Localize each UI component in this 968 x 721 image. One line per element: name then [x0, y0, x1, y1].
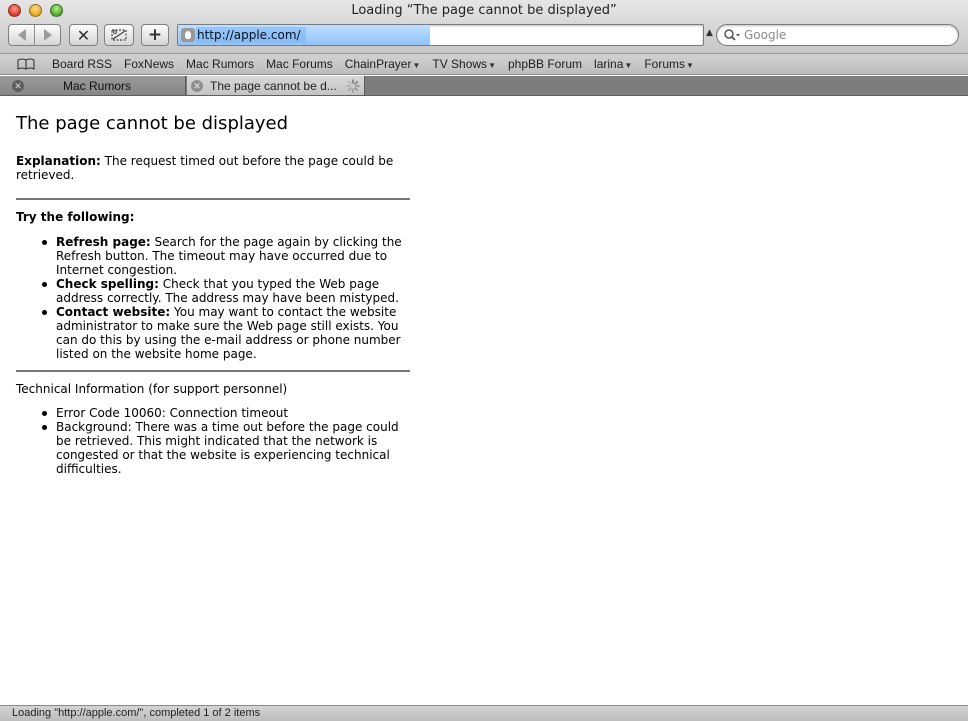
bookmark-mac-rumors[interactable]: Mac Rumors [180, 57, 260, 71]
bookmark-label: Forums [644, 57, 685, 71]
bookmark-label: Mac Forums [266, 57, 333, 71]
bookmark-mac-forums[interactable]: Mac Forums [260, 57, 339, 71]
bookmarks-bar: Board RSS FoxNews Mac Rumors Mac Forums Chai… [0, 54, 968, 75]
bookmark-foxnews[interactable]: FoxNews [118, 57, 180, 71]
web-clip-button[interactable] [104, 24, 134, 46]
try-following-list: Refresh page: Search for the page again … [42, 235, 412, 361]
tab-page-cannot-be-displayed[interactable]: ✕ The page cannot be d... [187, 76, 365, 95]
dropdown-arrow-icon: ▼ [488, 61, 496, 70]
bookmark-larina[interactable]: larina▼ [588, 57, 638, 71]
back-button[interactable] [9, 25, 34, 45]
forward-button[interactable] [34, 25, 60, 45]
plus-icon: + [147, 25, 163, 45]
page-heading: The page cannot be displayed [16, 113, 289, 134]
list-item: Background: There was a time out before … [42, 420, 412, 476]
bookmark-items: Board RSS FoxNews Mac Rumors Mac Forums Chai… [46, 57, 700, 71]
search-field[interactable]: Google [716, 24, 959, 46]
page-content: The page cannot be displayed Explanation… [0, 97, 968, 705]
item-label: Check spelling: [56, 277, 159, 291]
dropdown-arrow-icon: ▼ [624, 61, 633, 70]
bookmark-phpbb-forum[interactable]: phpBB Forum [502, 57, 588, 71]
search-magnifier-icon[interactable] [723, 28, 741, 42]
bookmark-label: TV Shows [432, 57, 488, 71]
bookmark-chainprayer[interactable]: ChainPrayer▼ [339, 57, 427, 71]
divider [16, 370, 410, 372]
apple-favicon-icon [181, 28, 195, 42]
web-clip-icon [111, 29, 127, 41]
explanation-label: Explanation: [16, 154, 101, 168]
bookmark-label: FoxNews [124, 57, 175, 71]
add-bookmark-button[interactable]: + [141, 24, 169, 46]
back-arrow-icon [17, 29, 26, 41]
back-forward-buttons [8, 24, 61, 46]
tab-close-icon[interactable]: ✕ [191, 80, 203, 92]
forward-arrow-icon [43, 29, 52, 41]
bookmark-label: Board RSS [52, 57, 113, 71]
list-item: Contact website: You may want to contact… [42, 305, 412, 361]
show-all-bookmarks-icon[interactable] [17, 58, 35, 70]
bookmark-label: larina [594, 57, 624, 71]
search-placeholder: Google [744, 28, 787, 42]
divider [16, 198, 410, 200]
address-bar[interactable]: http://apple.com/ [177, 24, 704, 46]
window-titlebar: Loading “The page cannot be displayed” ✕… [0, 0, 968, 54]
bookmark-label: Mac Rumors [186, 57, 255, 71]
bookmark-label: phpBB Forum [507, 57, 583, 71]
status-text: Loading "http://apple.com/", completed 1… [12, 707, 261, 719]
bookmark-label: ChainPrayer [344, 57, 412, 71]
bookmark-tv-shows[interactable]: TV Shows▼ [426, 57, 502, 71]
explanation: Explanation: The request timed out befor… [16, 154, 396, 182]
window-title: Loading “The page cannot be displayed” [351, 3, 617, 18]
try-following-heading: Try the following: [16, 210, 135, 224]
loading-spinner-icon [346, 79, 360, 93]
item-label: Refresh page: [56, 235, 151, 249]
address-dropdown-icon[interactable]: ▲ [706, 28, 713, 38]
list-item: Error Code 10060: Connection timeout [42, 406, 412, 420]
technical-info-list: Error Code 10060: Connection timeout Bac… [42, 406, 412, 476]
tab-close-icon[interactable]: ✕ [12, 80, 24, 92]
stop-x-icon: ✕ [76, 25, 91, 45]
technical-info-heading: Technical Information (for support perso… [16, 382, 288, 396]
bookmark-forums[interactable]: Forums▼ [638, 57, 700, 71]
tab-label: The page cannot be d... [210, 79, 337, 93]
item-label: Contact website: [56, 305, 171, 319]
bookmark-board-rss[interactable]: Board RSS [46, 57, 118, 71]
list-item: Check spelling: Check that you typed the… [42, 277, 412, 305]
dropdown-arrow-icon: ▼ [412, 61, 421, 70]
stop-button[interactable]: ✕ [69, 24, 98, 46]
list-item: Refresh page: Search for the page again … [42, 235, 412, 277]
tab-mac-rumors[interactable]: ✕ Mac Rumors [0, 76, 186, 95]
dropdown-arrow-icon: ▼ [685, 61, 694, 70]
address-url[interactable]: http://apple.com/ [197, 28, 301, 42]
tab-bar: ✕ Mac Rumors ✕ The page cannot be d... [0, 76, 968, 96]
tab-label: Mac Rumors [63, 79, 132, 93]
status-bar: Loading "http://apple.com/", completed 1… [0, 705, 968, 721]
